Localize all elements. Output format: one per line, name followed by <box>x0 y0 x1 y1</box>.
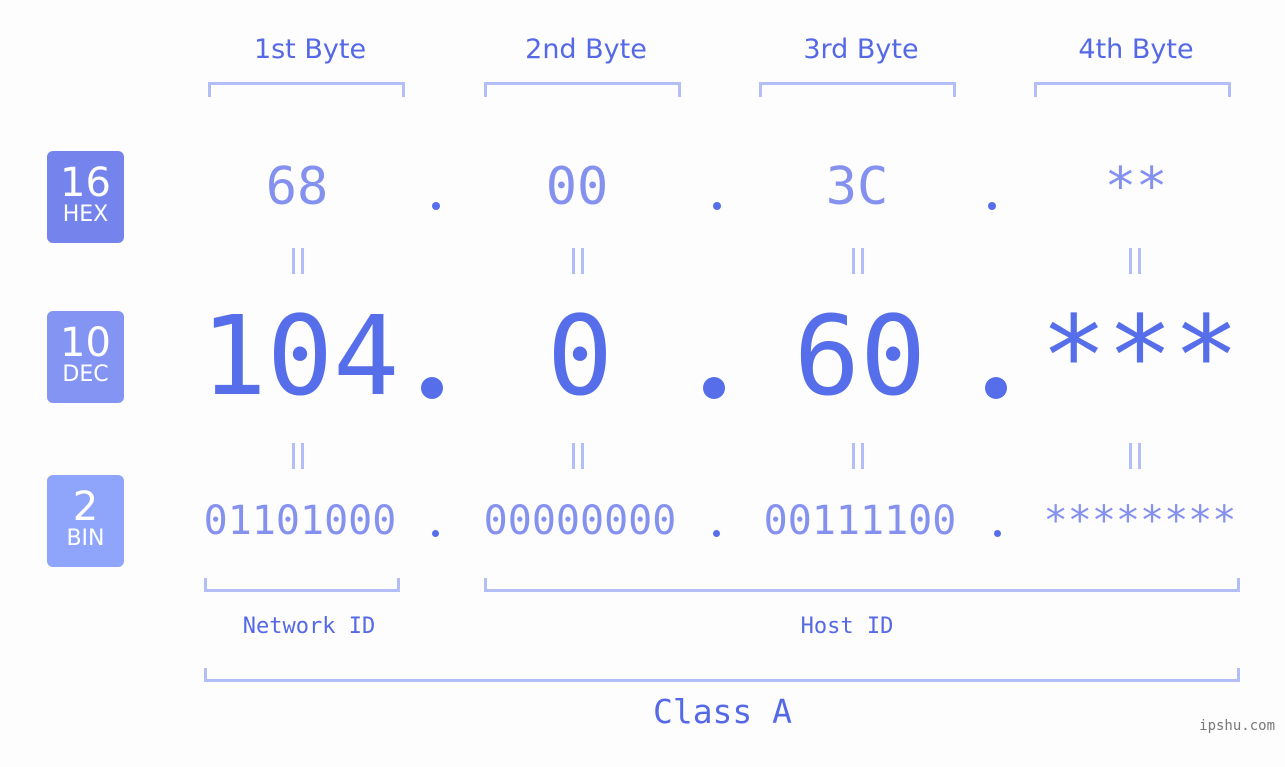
equals-icon <box>852 248 864 274</box>
hex-value-2: 00 <box>545 157 609 217</box>
hex-separator-dot <box>432 202 440 210</box>
network-id-label: Network ID <box>242 614 376 639</box>
watermark: ipshu.com <box>1199 718 1275 734</box>
dec-badge: 10 DEC <box>47 311 124 403</box>
dec-separator-dot <box>421 377 443 399</box>
dec-value-1: 104 <box>200 292 400 420</box>
bin-separator-dot <box>713 530 720 537</box>
bin-badge: 2 BIN <box>47 475 124 567</box>
dec-badge-number: 10 <box>60 320 111 366</box>
hex-value-4: ** <box>1104 157 1168 217</box>
bin-separator-dot <box>994 530 1001 537</box>
bin-badge-number: 2 <box>72 484 99 530</box>
bin-separator-dot <box>432 530 439 537</box>
dec-value-2: 0 <box>546 292 614 420</box>
hex-separator-dot <box>713 202 721 210</box>
equals-icon <box>572 443 584 469</box>
host-id-label: Host ID <box>800 614 894 639</box>
byte-bracket-4 <box>1034 82 1231 97</box>
byte-header-2: 2nd Byte <box>525 34 647 65</box>
equals-icon <box>292 248 304 274</box>
class-bracket <box>204 668 1240 682</box>
network-id-bracket <box>204 578 400 592</box>
equals-icon <box>1129 443 1141 469</box>
equals-icon <box>852 443 864 469</box>
byte-bracket-3 <box>759 82 956 97</box>
hex-badge-label: HEX <box>62 202 109 227</box>
equals-icon <box>292 443 304 469</box>
dec-value-4: *** <box>1040 292 1240 420</box>
bin-value-1: 01101000 <box>203 498 397 544</box>
byte-header-1: 1st Byte <box>253 34 367 65</box>
byte-header-4: 4th Byte <box>1078 34 1194 65</box>
equals-icon <box>1129 248 1141 274</box>
hex-value-3: 3C <box>825 157 889 217</box>
hex-separator-dot <box>988 202 996 210</box>
dec-separator-dot <box>985 377 1007 399</box>
hex-badge-number: 16 <box>60 160 111 206</box>
bin-value-4: ******** <box>1043 498 1237 544</box>
byte-header-3: 3rd Byte <box>803 34 919 65</box>
dec-badge-label: DEC <box>62 362 109 387</box>
dec-separator-dot <box>703 377 725 399</box>
hex-badge: 16 HEX <box>47 151 124 243</box>
equals-icon <box>572 248 584 274</box>
hex-value-1: 68 <box>265 157 329 217</box>
dec-value-3: 60 <box>793 292 927 420</box>
host-id-bracket <box>484 578 1240 592</box>
class-label: Class A <box>652 692 793 731</box>
bin-value-3: 00111100 <box>763 498 957 544</box>
bin-badge-label: BIN <box>66 526 105 551</box>
bin-value-2: 00000000 <box>483 498 677 544</box>
byte-bracket-2 <box>484 82 681 97</box>
byte-bracket-1 <box>208 82 405 97</box>
